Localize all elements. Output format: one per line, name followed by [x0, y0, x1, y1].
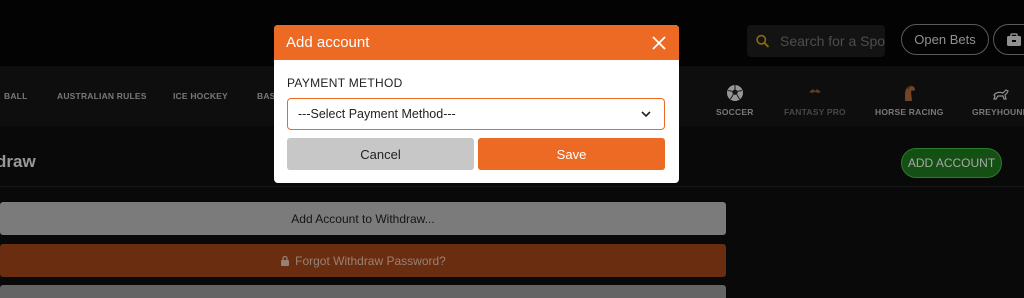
modal-body: PAYMENT METHOD ---Select Payment Method-…: [274, 60, 679, 170]
save-button[interactable]: Save: [478, 138, 665, 170]
modal-title: Add account: [286, 34, 370, 51]
close-icon[interactable]: [651, 35, 667, 51]
chevron-down-icon: [641, 111, 651, 118]
cancel-button[interactable]: Cancel: [287, 138, 474, 170]
payment-method-label: PAYMENT METHOD: [287, 76, 403, 90]
modal-header: Add account: [274, 25, 679, 60]
payment-method-value: ---Select Payment Method---: [298, 107, 456, 121]
payment-method-select[interactable]: ---Select Payment Method---: [287, 98, 665, 130]
modal-actions: Cancel Save: [287, 138, 666, 170]
add-account-modal: Add account PAYMENT METHOD ---Select Pay…: [274, 25, 679, 183]
